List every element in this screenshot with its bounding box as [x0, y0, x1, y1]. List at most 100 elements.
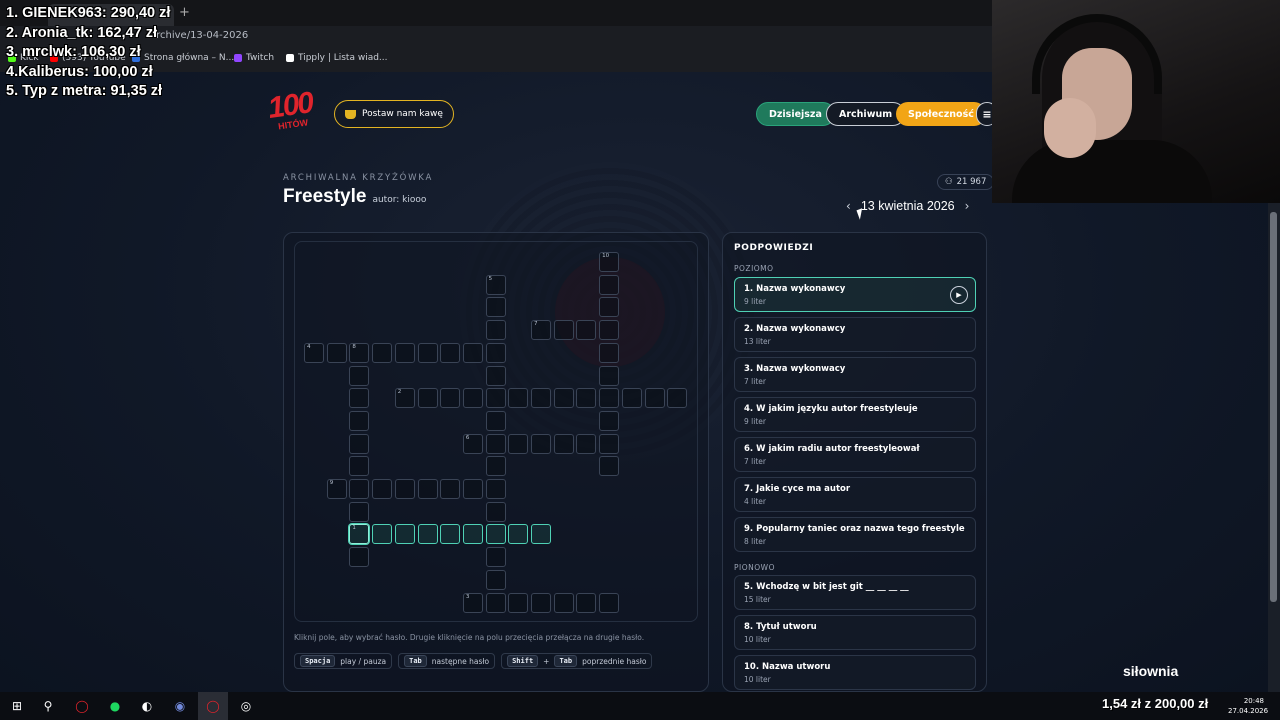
crossword-cell[interactable] — [349, 456, 370, 477]
crossword-cell[interactable] — [485, 433, 506, 454]
crossword-cell[interactable]: 7 — [531, 320, 551, 341]
crossword-cell[interactable] — [417, 388, 438, 409]
crossword-cell[interactable] — [531, 592, 551, 613]
crossword-cell[interactable] — [531, 388, 551, 409]
clue-across-2[interactable]: 2. Nazwa wykonawcy 13 liter — [734, 317, 976, 352]
clue-across-3[interactable]: 3. Nazwa wykonwacy 7 liter — [734, 357, 976, 392]
nav-community-button[interactable]: Społeczność — [896, 102, 986, 126]
crossword-cell[interactable] — [599, 456, 620, 477]
crossword-cell[interactable] — [462, 524, 483, 545]
crossword-cell[interactable] — [576, 433, 597, 454]
steam-icon[interactable]: ◐ — [140, 699, 154, 713]
crossword-cell[interactable] — [372, 479, 393, 499]
crossword-cell[interactable] — [394, 342, 415, 363]
crossword-cell[interactable] — [485, 388, 506, 409]
crossword-cell[interactable] — [417, 342, 438, 363]
windows-start-icon[interactable]: ⊞ — [10, 699, 24, 713]
spotify-icon[interactable]: ● — [108, 699, 122, 713]
crossword-cell[interactable] — [485, 524, 506, 545]
crossword-cell[interactable] — [349, 410, 370, 431]
crossword-cell[interactable] — [440, 524, 461, 545]
crossword-cell[interactable] — [621, 388, 642, 409]
clue-down-8[interactable]: 8. Tytuł utworu 10 liter — [734, 615, 976, 650]
crossword-cell[interactable] — [485, 342, 506, 363]
crossword-cell[interactable] — [485, 592, 506, 613]
crossword-cell[interactable]: 1 — [349, 524, 370, 545]
crossword-cell[interactable] — [462, 388, 483, 409]
crossword-cell[interactable] — [508, 524, 529, 545]
crossword-cell[interactable] — [599, 592, 620, 613]
crossword-cell[interactable] — [599, 365, 620, 386]
crossword-cell[interactable] — [644, 388, 665, 409]
crossword-cell[interactable] — [326, 342, 347, 363]
bookmark-tipply[interactable]: Tipply | Lista wiad... — [286, 53, 388, 63]
crossword-cell[interactable] — [440, 479, 461, 499]
crossword-cell[interactable] — [462, 342, 483, 363]
crossword-cell[interactable] — [417, 524, 438, 545]
crossword-cell[interactable] — [485, 479, 506, 499]
crossword-cell[interactable]: 8 — [349, 342, 370, 363]
clue-across-6[interactable]: 6. W jakim radiu autor freestyleował 7 l… — [734, 437, 976, 472]
clue-down-5[interactable]: 5. Wchodzę w bit jest git __ __ __ __ 15… — [734, 575, 976, 610]
crossword-cell[interactable] — [394, 479, 415, 499]
crossword-cell[interactable] — [485, 456, 506, 477]
crossword-cell[interactable]: 9 — [326, 479, 347, 499]
crossword-cell[interactable] — [349, 433, 370, 454]
nav-archive-button[interactable]: Archiwum — [826, 102, 906, 126]
crossword-cell[interactable] — [553, 433, 574, 454]
obs-icon[interactable]: ◎ — [239, 699, 253, 713]
crossword-cell[interactable] — [485, 320, 506, 341]
prev-date-chevron-icon[interactable]: ‹ — [846, 199, 851, 213]
crossword-cell[interactable] — [508, 433, 529, 454]
next-date-chevron-icon[interactable]: › — [965, 199, 970, 213]
crossword-cell[interactable] — [599, 342, 620, 363]
crossword-cell[interactable] — [553, 592, 574, 613]
clue-across-4[interactable]: 4. W jakim języku autor freestyleuje 9 l… — [734, 397, 976, 432]
crossword-cell[interactable] — [349, 547, 370, 568]
crossword-cell[interactable] — [349, 479, 370, 499]
opera-gx-icon[interactable]: ◯ — [206, 699, 220, 713]
crossword-cell[interactable] — [485, 547, 506, 568]
crossword-cell[interactable] — [462, 479, 483, 499]
play-icon[interactable]: ▶ — [950, 286, 968, 304]
system-clock[interactable]: 20:48 27.04.2026 — [1228, 696, 1268, 716]
crossword-cell[interactable] — [553, 388, 574, 409]
crossword-cell[interactable]: 5 — [485, 274, 506, 295]
crossword-cell[interactable] — [508, 592, 529, 613]
discord-icon[interactable]: ◉ — [173, 699, 187, 713]
crossword-cell[interactable] — [349, 365, 370, 386]
clue-across-7[interactable]: 7. Jakie cyce ma autor 4 liter — [734, 477, 976, 512]
crossword-cell[interactable] — [531, 433, 551, 454]
crossword-cell[interactable] — [440, 388, 461, 409]
search-icon[interactable]: ⚲ — [41, 699, 55, 713]
scrollbar-thumb[interactable] — [1270, 212, 1277, 602]
bookmark-twitch[interactable]: Twitch — [234, 53, 274, 63]
crossword-cell[interactable] — [485, 297, 506, 318]
new-tab-button[interactable]: + — [179, 5, 190, 20]
crossword-cell[interactable] — [394, 524, 415, 545]
crossword-cell[interactable]: 2 — [394, 388, 415, 409]
crossword-cell[interactable] — [372, 342, 393, 363]
site-logo[interactable]: 100 HITÓW — [266, 86, 328, 140]
crossword-cell[interactable] — [485, 569, 506, 590]
crossword-cell[interactable]: 10 — [599, 252, 620, 272]
crossword-cell[interactable] — [599, 297, 620, 318]
clue-down-10[interactable]: 10. Nazwa utworu 10 liter — [734, 655, 976, 690]
crossword-cell[interactable] — [599, 320, 620, 341]
crossword-cell[interactable] — [576, 320, 597, 341]
crossword-cell[interactable] — [599, 388, 620, 409]
crossword-cell[interactable] — [599, 410, 620, 431]
crossword-cell[interactable] — [485, 501, 506, 522]
crossword-cell[interactable]: 3 — [462, 592, 483, 613]
clue-across-9[interactable]: 9. Popularny taniec oraz nazwa tego free… — [734, 517, 976, 552]
nav-today-button[interactable]: Dzisiejsza — [756, 102, 835, 126]
crossword-cell[interactable] — [599, 433, 620, 454]
crossword-cell[interactable] — [349, 501, 370, 522]
crossword-cell[interactable]: 4 — [304, 342, 324, 363]
crossword-cell[interactable] — [485, 410, 506, 431]
crossword-cell[interactable] — [417, 479, 438, 499]
crossword-cell[interactable] — [553, 320, 574, 341]
crossword-cell[interactable]: 6 — [462, 433, 483, 454]
crossword-cell[interactable] — [576, 388, 597, 409]
clue-across-1[interactable]: 1. Nazwa wykonawcy 9 liter ▶ — [734, 277, 976, 312]
